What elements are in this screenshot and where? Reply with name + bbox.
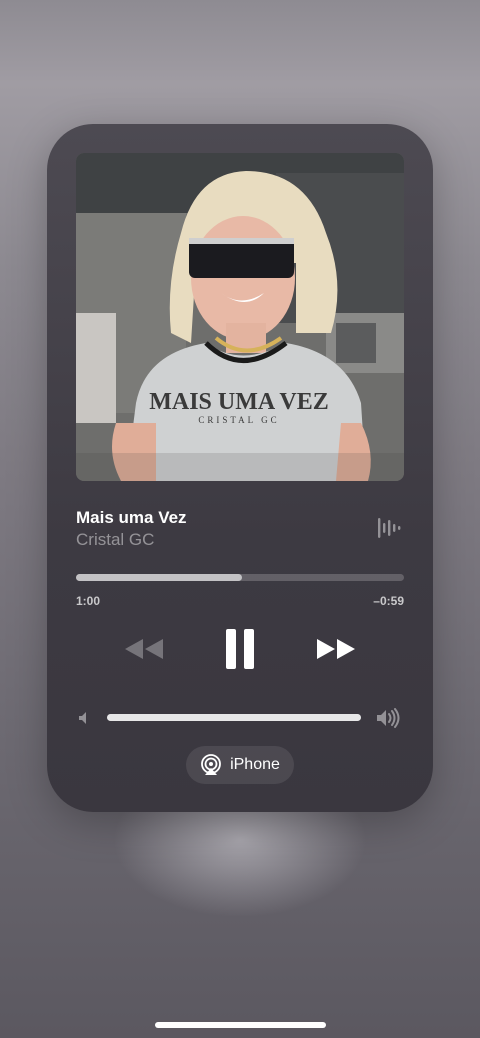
progress-fill (76, 574, 242, 581)
now-playing-card: MAIS UMA VEZ CRISTAL GC Mais uma Vez Cri… (47, 124, 433, 812)
pause-icon (226, 629, 254, 669)
speaker-low-icon (76, 710, 92, 726)
volume-slider[interactable] (107, 714, 361, 721)
audio-output-label: iPhone (230, 756, 280, 773)
elapsed-time: 1:00 (76, 594, 101, 608)
fast-forward-icon (317, 639, 355, 659)
fast-forward-button[interactable] (309, 629, 363, 669)
song-title: Mais uma Vez (76, 508, 187, 527)
artwork-shirt-subtext: CRISTAL GC (198, 415, 279, 425)
waveform-icon (377, 516, 403, 540)
album-artwork: MAIS UMA VEZ CRISTAL GC (76, 153, 404, 481)
audio-output-button[interactable]: iPhone (186, 746, 294, 784)
rewind-icon (125, 639, 163, 659)
home-indicator[interactable] (155, 1022, 326, 1028)
artwork-shirt-text: MAIS UMA VEZ (149, 389, 329, 415)
progress-slider[interactable] (76, 574, 404, 581)
song-artist[interactable]: Cristal GC (76, 530, 154, 550)
pause-button[interactable] (215, 624, 265, 674)
volume-fill (107, 714, 361, 721)
remaining-time: –0:59 (373, 594, 404, 608)
speaker-high-icon (375, 708, 403, 728)
rewind-button[interactable] (117, 629, 171, 669)
airplay-icon (201, 754, 221, 775)
